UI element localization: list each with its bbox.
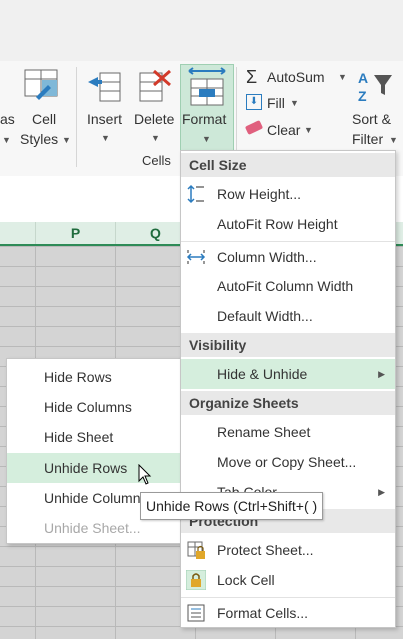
fill-button[interactable]: Fill: [267, 95, 285, 111]
autofit-row-height-item[interactable]: AutoFit Row Height: [181, 209, 395, 239]
sort-filter-button[interactable]: A Z: [356, 67, 396, 107]
sigma-icon: Σ: [246, 67, 258, 87]
chevron-right-icon: ▶: [378, 487, 385, 497]
column-header[interactable]: [0, 222, 36, 244]
hide-rows-item[interactable]: Hide Rows: [7, 362, 185, 392]
group-separator: [76, 67, 77, 167]
insert-button[interactable]: [86, 67, 124, 107]
cell-styles-label-2: Styles: [20, 131, 59, 147]
chevron-down-icon: ▼: [151, 133, 160, 143]
unhide-rows-item[interactable]: Unhide Rows: [7, 453, 185, 483]
svg-text:A: A: [358, 70, 368, 86]
chevron-down-icon: ▼: [389, 135, 398, 145]
cell-styles-icon: [24, 69, 58, 100]
format-dropdown-menu: Cell Size Row Height... AutoFit Row Heig…: [180, 150, 396, 628]
chevron-down-icon: ▼: [2, 135, 11, 145]
hide-columns-item[interactable]: Hide Columns: [7, 392, 185, 422]
visibility-heading: Visibility: [181, 333, 395, 357]
column-header-p[interactable]: P: [36, 222, 116, 244]
chevron-right-icon: ▶: [378, 369, 385, 379]
tooltip: Unhide Rows (Ctrl+Shift+( ): [140, 492, 324, 520]
format-cells-item[interactable]: Format Cells...: [181, 597, 395, 628]
chevron-down-icon: ▼: [62, 135, 71, 145]
default-width-item[interactable]: Default Width...: [181, 301, 395, 331]
svg-text:Z: Z: [358, 88, 367, 104]
clear-button[interactable]: Clear: [267, 122, 300, 138]
format-button[interactable]: Format ▼: [180, 64, 234, 152]
format-label: Format: [182, 111, 227, 127]
delete-label: Delete: [134, 111, 175, 127]
sort-filter-label-1: Sort &: [352, 111, 391, 127]
delete-button[interactable]: [136, 67, 174, 107]
move-copy-sheet-item[interactable]: Move or Copy Sheet...: [181, 447, 395, 477]
protect-sheet-item[interactable]: Protect Sheet...: [181, 535, 395, 565]
column-width-icon: [186, 250, 206, 264]
chevron-down-icon: ▼: [101, 133, 110, 143]
lock-cell-item[interactable]: Lock Cell: [181, 565, 395, 595]
row-height-item[interactable]: Row Height...: [181, 179, 395, 209]
cells-group-label: Cells: [142, 153, 171, 168]
cell-size-heading: Cell Size: [181, 153, 395, 177]
mouse-pointer-icon: [138, 464, 152, 485]
autosum-button[interactable]: AutoSum: [267, 69, 325, 85]
insert-label: Insert: [87, 111, 123, 127]
format-cells-icon: [188, 67, 226, 106]
rename-sheet-item[interactable]: Rename Sheet: [181, 417, 395, 447]
title-bar: [0, 0, 403, 61]
cell-styles-button[interactable]: [22, 67, 62, 101]
hide-unhide-item[interactable]: Hide & Unhide ▶: [181, 359, 395, 389]
chevron-down-icon: ▼: [290, 98, 299, 108]
chevron-down-icon: ▼: [304, 125, 313, 135]
eraser-icon: [244, 120, 264, 135]
organize-sheets-heading: Organize Sheets: [181, 391, 395, 415]
sort-filter-label-2: Filter: [352, 131, 384, 147]
autofit-column-width-item[interactable]: AutoFit Column Width: [181, 271, 395, 301]
fill-down-icon: ⬇: [246, 94, 262, 110]
chevron-down-icon: ▼: [202, 134, 211, 144]
hide-sheet-item[interactable]: Hide Sheet: [7, 422, 185, 452]
delete-cells-icon: [139, 69, 171, 102]
lock-icon: [186, 570, 206, 590]
column-width-item[interactable]: Column Width...: [181, 241, 395, 272]
cell-styles-partial-label[interactable]: as: [0, 111, 15, 127]
sort-filter-icon: A Z: [358, 70, 392, 104]
chevron-down-icon: ▼: [338, 72, 347, 82]
insert-cells-icon: [88, 72, 121, 102]
row-height-icon: [187, 184, 204, 204]
protect-sheet-icon: [187, 541, 205, 559]
cell-styles-label-1: Cell: [32, 111, 57, 127]
format-cells-dialog-icon: [187, 604, 205, 622]
